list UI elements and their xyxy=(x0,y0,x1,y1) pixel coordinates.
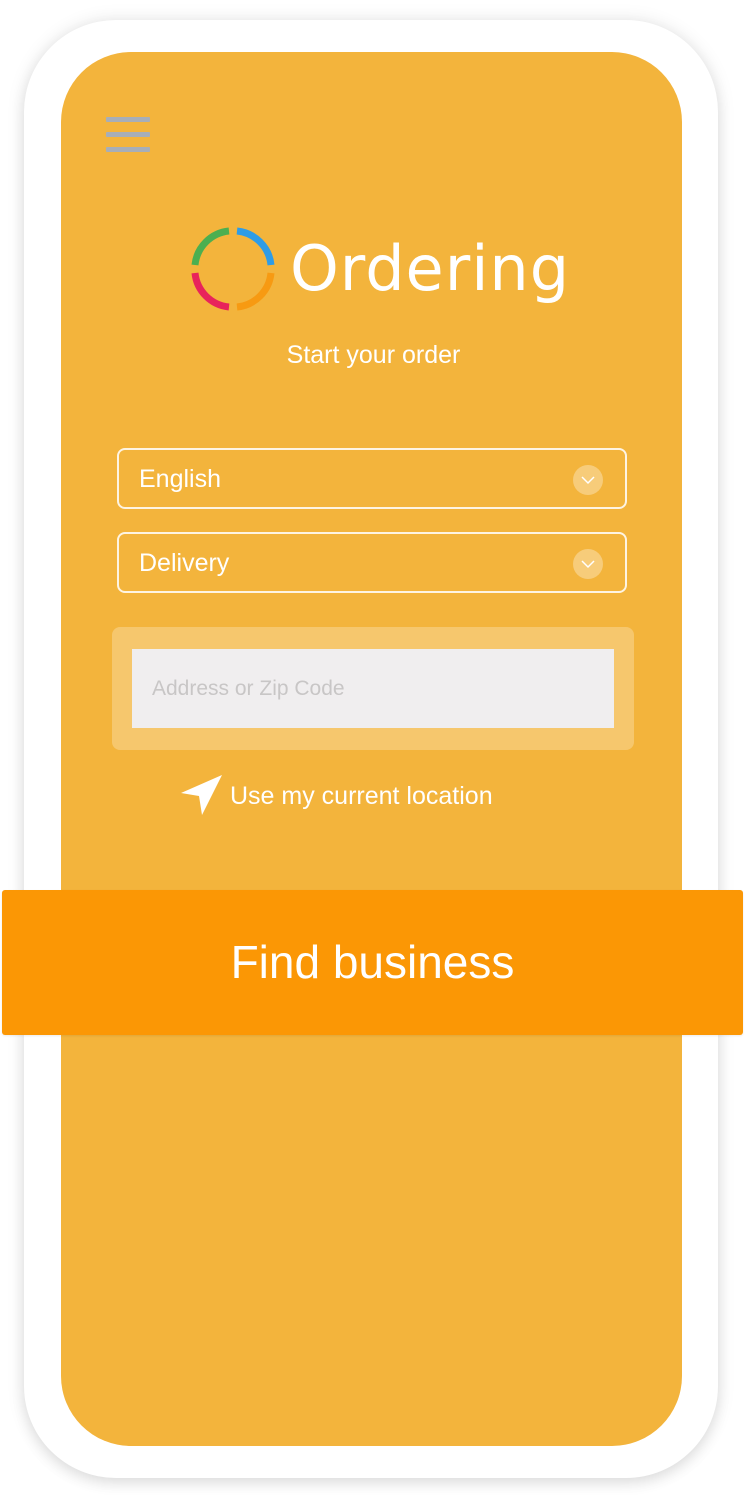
language-select-value: English xyxy=(139,465,221,493)
address-input[interactable] xyxy=(132,649,614,728)
navigation-arrow-icon xyxy=(181,775,222,815)
menu-bar xyxy=(106,132,150,137)
page: Ordering Start your order English Delive… xyxy=(0,0,747,1498)
order-type-select-value: Delivery xyxy=(139,549,230,577)
menu-bar xyxy=(106,147,150,152)
find-business-button[interactable]: Find business xyxy=(2,890,743,1035)
use-current-location-label: Use my current location xyxy=(230,782,493,810)
page-subtitle: Start your order xyxy=(286,341,461,369)
language-select[interactable]: English xyxy=(117,448,627,509)
address-field-container xyxy=(112,627,634,750)
menu-bar xyxy=(106,117,150,122)
logo-ring-icon xyxy=(191,227,275,311)
app-name: Ordering xyxy=(290,232,571,305)
order-type-select[interactable]: Delivery xyxy=(117,532,627,593)
app-logo: Ordering xyxy=(190,226,570,316)
chevron-down-icon xyxy=(573,549,603,579)
chevron-down-icon xyxy=(573,465,603,495)
hamburger-menu-icon[interactable] xyxy=(106,115,152,157)
